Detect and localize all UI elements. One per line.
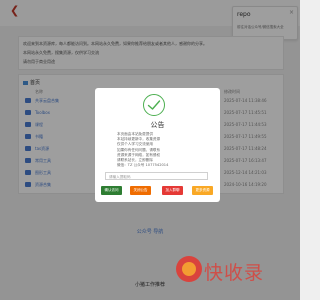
- announcement-modal: 公告 本页面由本站免费提供 本站持续更新中，收集资源 仅供个人学习交流使用 如果…: [95, 88, 220, 202]
- watermark-text: 快收录: [204, 262, 265, 284]
- code-input[interactable]: 请输入提取码: [105, 172, 208, 180]
- confirm-visit-button[interactable]: 确认访问: [101, 186, 122, 195]
- close-notice-button[interactable]: 关闭公告: [130, 186, 151, 195]
- join-group-button[interactable]: 加入群聊: [162, 186, 183, 195]
- more-resources-button[interactable]: 更多资源: [192, 186, 213, 195]
- modal-title: 公告: [150, 121, 165, 129]
- modal-body-line: 微信：TZ 公众号 1077542014: [117, 163, 169, 168]
- watermark-logo-icon: [176, 256, 202, 282]
- modal-body: 本页面由本站免费提供 本站持续更新中，收集资源 仅供个人学习交流使用 如果你有任…: [117, 132, 207, 168]
- success-check-icon: [143, 94, 165, 116]
